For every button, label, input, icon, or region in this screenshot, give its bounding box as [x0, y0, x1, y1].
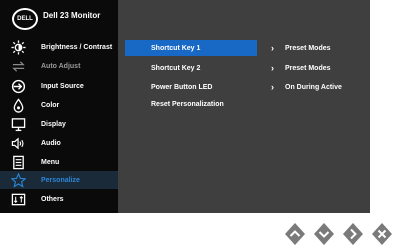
close-button[interactable] [371, 222, 393, 246]
chevron-up-icon [285, 223, 305, 245]
sidebar-item-label: Others [41, 195, 64, 203]
sidebar-item-label: Input Source [41, 82, 84, 90]
submenu-value-power-button-led: › On During Active [271, 79, 342, 95]
sidebar-item-label: Menu [41, 158, 60, 166]
down-button[interactable] [313, 222, 335, 246]
monitor-buttons [284, 222, 393, 246]
sidebar-item-others[interactable]: Others [0, 190, 118, 208]
value-text: Preset Modes [285, 64, 331, 72]
chevron-right-icon: › [271, 43, 274, 53]
menu-icon [11, 155, 37, 169]
value-text: Preset Modes [285, 44, 331, 52]
sidebar-item-personalize[interactable]: Personalize [0, 171, 118, 189]
dell-logo: DELL [12, 8, 38, 30]
logo-text: DELL [17, 16, 33, 22]
close-icon [372, 223, 392, 245]
sidebar-item-display[interactable]: Display [0, 115, 118, 133]
sidebar-item-label: Audio [41, 139, 61, 147]
submenu-item-shortcut-key-2[interactable]: Shortcut Key 2 [125, 60, 257, 76]
submenu-item-label: Shortcut Key 2 [151, 64, 201, 72]
chevron-right-icon [343, 223, 363, 245]
sidebar-item-label: Brightness / Contrast [41, 43, 113, 51]
submenu-item-reset-personalization[interactable]: Reset Personalization [125, 96, 257, 112]
sidebar-item-auto-adjust[interactable]: Auto Adjust [0, 57, 118, 75]
brightness-icon [11, 39, 37, 55]
sidebar-item-color[interactable]: Color [0, 96, 118, 114]
monitor-osd: DELL Dell 23 Monitor Brightness / Contra… [0, 0, 370, 213]
color-icon [11, 97, 37, 113]
chevron-right-icon: › [271, 63, 274, 73]
submenu-value-shortcut-key-2: › Preset Modes [271, 60, 331, 76]
submenu-item-label: Power Button LED [151, 83, 213, 91]
chevron-right-icon: › [271, 82, 274, 92]
sidebar-item-label: Auto Adjust [41, 62, 81, 70]
submenu-item-label: Shortcut Key 1 [151, 44, 201, 52]
auto-adjust-icon [11, 59, 37, 73]
star-icon [11, 172, 37, 188]
submenu-item-label: Reset Personalization [151, 100, 224, 108]
audio-icon [11, 136, 37, 150]
up-button[interactable] [284, 222, 306, 246]
monitor-title: Dell 23 Monitor [43, 11, 101, 20]
sidebar-item-brightness-contrast[interactable]: Brightness / Contrast [0, 38, 118, 56]
osd-header: DELL Dell 23 Monitor [0, 0, 370, 213]
value-text: On During Active [285, 83, 342, 91]
sidebar-item-label: Personalize [41, 176, 80, 184]
sidebar-item-label: Display [41, 120, 66, 128]
sidebar-item-audio[interactable]: Audio [0, 134, 118, 152]
input-source-icon [11, 79, 37, 93]
submenu-item-shortcut-key-1[interactable]: Shortcut Key 1 [125, 40, 257, 56]
sidebar-item-input-source[interactable]: Input Source [0, 77, 118, 95]
chevron-down-icon [314, 223, 334, 245]
display-icon [11, 117, 37, 131]
sidebar-item-menu[interactable]: Menu [0, 153, 118, 171]
enter-button[interactable] [342, 222, 364, 246]
submenu-item-power-button-led[interactable]: Power Button LED [125, 79, 257, 95]
others-icon [11, 192, 37, 206]
sidebar-item-label: Color [41, 101, 60, 109]
submenu-value-shortcut-key-1: › Preset Modes [271, 40, 331, 56]
